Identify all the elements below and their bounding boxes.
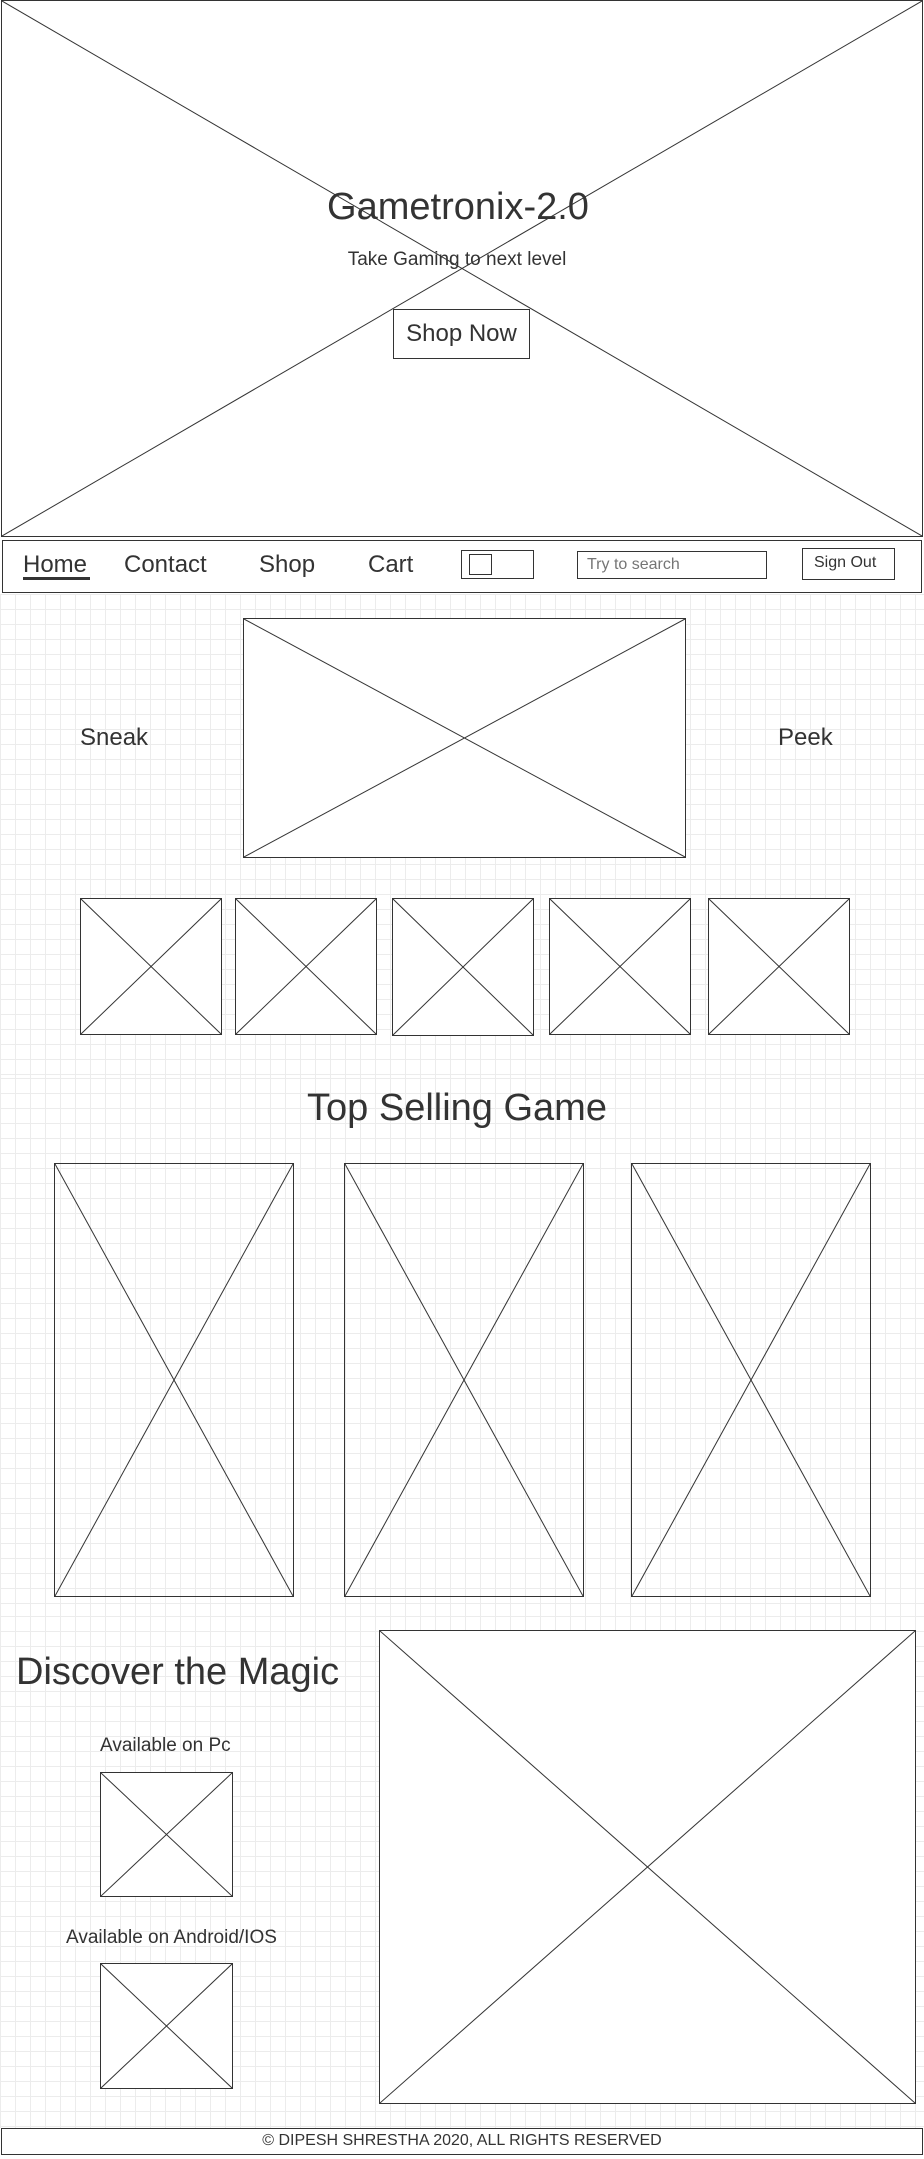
footer: © DIPESH SHRESTHA 2020, ALL RIGHTS RESER… [1,2128,923,2155]
footer-copyright: © DIPESH SHRESTHA 2020, ALL RIGHTS RESER… [262,2132,662,2149]
carousel-thumbnail[interactable] [708,898,850,1035]
sign-out-label: Sign Out [814,554,877,571]
carousel-prev-label[interactable]: Sneak [80,724,148,752]
game-card-image[interactable] [54,1163,294,1597]
nav-home-underline [23,577,90,580]
pc-label: Available on Pc [100,1735,231,1756]
discover-feature-image [379,1630,916,2104]
nav-home[interactable]: Home [23,551,87,579]
nav-contact[interactable]: Contact [124,551,207,579]
discover-title: Discover the Magic [16,1651,340,1693]
toggle-control[interactable] [461,550,534,579]
mobile-platform-icon[interactable] [100,1963,233,2089]
game-card-image[interactable] [631,1163,871,1597]
shop-now-button[interactable]: Shop Now [393,309,530,359]
pc-platform-icon[interactable] [100,1772,233,1897]
top-selling-title: Top Selling Game [307,1087,607,1129]
carousel-thumbnail[interactable] [549,898,691,1035]
sign-out-button[interactable]: Sign Out [802,548,895,580]
toggle-knob [469,554,492,575]
game-card-image[interactable] [344,1163,584,1597]
mobile-label: Available on Android/IOS [66,1927,277,1948]
nav-shop[interactable]: Shop [259,551,315,579]
carousel-next-label[interactable]: Peek [778,724,833,752]
hero-subtitle: Take Gaming to next level [347,249,567,270]
carousel-main-image [243,618,686,858]
nav-cart[interactable]: Cart [368,551,413,579]
shop-now-label: Shop Now [406,320,517,347]
carousel-thumbnail[interactable] [80,898,222,1035]
hero-title: Gametronix-2.0 [327,186,589,228]
search-input[interactable] [577,551,767,579]
carousel-thumbnail[interactable] [392,898,534,1036]
carousel-thumbnail[interactable] [235,898,377,1035]
